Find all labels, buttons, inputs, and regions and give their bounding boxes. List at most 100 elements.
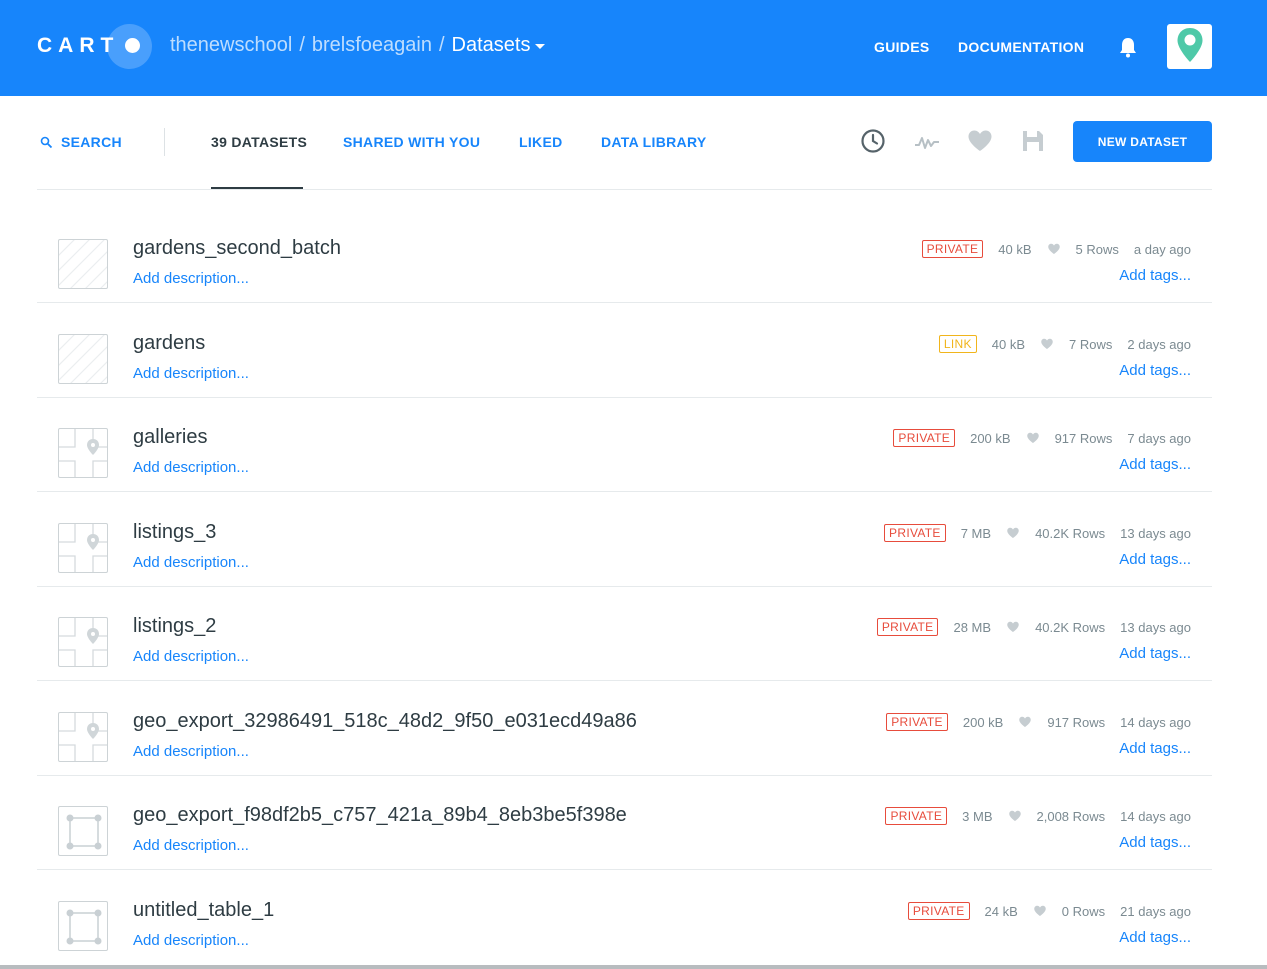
nav-documentation[interactable]: DOCUMENTATION <box>958 39 1084 55</box>
like-heart-icon[interactable] <box>1008 810 1022 822</box>
breadcrumb-org[interactable]: thenewschool <box>170 34 292 57</box>
breadcrumb-user[interactable]: brelsfoeagain <box>312 34 432 57</box>
tab-datasets[interactable]: 39 DATASETS <box>211 134 307 150</box>
dataset-size: 3 MB <box>962 808 993 824</box>
nav-guides[interactable]: GUIDES <box>874 39 929 55</box>
search-button[interactable]: SEARCH <box>40 134 122 150</box>
add-description-link[interactable]: Add description... <box>133 932 249 949</box>
privacy-badge[interactable]: PRIVATE <box>907 902 970 920</box>
breadcrumb-separator: / <box>438 34 445 56</box>
dataset-meta: PRIVATE 24 kB 0 Rows 21 days ago <box>907 902 1191 920</box>
new-dataset-button[interactable]: NEW DATASET <box>1073 121 1212 162</box>
dataset-thumbnail[interactable] <box>58 239 108 289</box>
dataset-row[interactable]: galleries Add description... PRIVATE 200 kB… <box>37 398 1212 492</box>
dataset-rows: 917 Rows <box>1054 430 1113 446</box>
clock-icon[interactable] <box>860 128 886 154</box>
dataset-size: 200 kB <box>962 714 1004 730</box>
dataset-thumbnail[interactable] <box>58 617 108 667</box>
add-description-link[interactable]: Add description... <box>133 459 249 476</box>
add-description-link[interactable]: Add description... <box>133 365 249 382</box>
add-tags-link[interactable]: Add tags... <box>1119 267 1191 284</box>
privacy-badge[interactable]: PRIVATE <box>886 713 948 731</box>
dataset-name[interactable]: galleries <box>133 426 207 449</box>
heart-icon[interactable] <box>967 128 993 154</box>
carto-logo[interactable]: CART <box>37 24 152 69</box>
add-tags-link[interactable]: Add tags... <box>1119 834 1191 851</box>
dataset-name[interactable]: gardens <box>133 332 205 355</box>
privacy-badge[interactable]: LINK <box>938 335 977 353</box>
dataset-row[interactable]: geo_export_32986491_518c_48d2_9f50_e031e… <box>37 682 1212 776</box>
privacy-badge[interactable]: PRIVATE <box>893 429 956 447</box>
dataset-size: 7 MB <box>960 525 992 541</box>
chevron-down-icon <box>535 44 546 49</box>
dataset-meta: PRIVATE 7 MB 40.2K Rows 13 days ago <box>884 524 1191 542</box>
dataset-row[interactable]: untitled_table_1 Add description... PRIVAT… <box>37 871 1212 965</box>
add-description-link[interactable]: Add description... <box>133 648 249 665</box>
tab-shared-with-you[interactable]: SHARED WITH YOU <box>343 134 480 150</box>
dataset-meta: LINK 40 kB 7 Rows 2 days ago <box>938 335 1191 353</box>
add-tags-link[interactable]: Add tags... <box>1119 645 1191 662</box>
map-pin-avatar-icon <box>1176 27 1204 67</box>
like-heart-icon[interactable] <box>1026 432 1040 444</box>
bell-icon[interactable] <box>1118 36 1138 58</box>
dataset-row[interactable]: geo_export_f98df2b5_c757_421a_89b4_8eb3b… <box>37 776 1212 870</box>
breadcrumb: thenewschool / brelsfoeagain / Datasets <box>170 34 546 57</box>
like-heart-icon[interactable] <box>1040 338 1054 350</box>
dataset-rows: 917 Rows <box>1047 714 1106 730</box>
dataset-updated: a day ago <box>1133 241 1191 257</box>
privacy-badge[interactable]: PRIVATE <box>885 807 948 825</box>
dataset-name[interactable]: listings_2 <box>133 615 216 638</box>
tab-liked[interactable]: LIKED <box>519 134 563 150</box>
add-tags-link[interactable]: Add tags... <box>1119 740 1191 757</box>
tab-data-library[interactable]: DATA LIBRARY <box>601 134 706 150</box>
dataset-meta: PRIVATE 40 kB 5 Rows a day ago <box>921 240 1191 258</box>
dataset-thumbnail[interactable] <box>58 428 108 478</box>
dataset-rows: 5 Rows <box>1075 241 1119 257</box>
dataset-meta: PRIVATE 28 MB 40.2K Rows 13 days ago <box>876 618 1191 636</box>
dataset-rows: 40.2K Rows <box>1035 619 1106 635</box>
add-description-link[interactable]: Add description... <box>133 743 249 760</box>
dataset-name[interactable]: gardens_second_batch <box>133 237 341 260</box>
avatar[interactable] <box>1167 24 1212 69</box>
like-heart-icon[interactable] <box>1047 243 1061 255</box>
search-icon <box>40 136 53 148</box>
add-description-link[interactable]: Add description... <box>133 837 249 854</box>
like-heart-icon[interactable] <box>1006 621 1020 633</box>
add-tags-link[interactable]: Add tags... <box>1119 929 1191 946</box>
like-heart-icon[interactable] <box>1006 527 1020 539</box>
dataset-name[interactable]: geo_export_f98df2b5_c757_421a_89b4_8eb3b… <box>133 804 627 827</box>
dataset-row[interactable]: gardens_second_batch Add description... PR… <box>37 209 1212 303</box>
privacy-badge[interactable]: PRIVATE <box>876 618 939 636</box>
like-heart-icon[interactable] <box>1033 905 1047 917</box>
like-heart-icon[interactable] <box>1018 716 1032 728</box>
dataset-size: 200 kB <box>970 430 1011 446</box>
dataset-size: 40 kB <box>991 336 1026 352</box>
privacy-badge[interactable]: PRIVATE <box>921 240 984 258</box>
dataset-name[interactable]: untitled_table_1 <box>133 899 274 922</box>
dataset-size: 40 kB <box>998 241 1032 257</box>
privacy-badge[interactable]: PRIVATE <box>884 524 946 542</box>
dataset-size: 24 kB <box>984 903 1018 919</box>
dataset-row[interactable]: gardens Add description... LINK 40 kB 7 Rows… <box>37 304 1212 398</box>
breadcrumb-datasets-dropdown[interactable]: Datasets <box>452 34 546 57</box>
dataset-thumbnail[interactable] <box>58 901 108 951</box>
add-tags-link[interactable]: Add tags... <box>1119 551 1191 568</box>
dataset-name[interactable]: listings_3 <box>133 521 216 544</box>
add-description-link[interactable]: Add description... <box>133 554 249 571</box>
dataset-size: 28 MB <box>953 619 992 635</box>
dataset-thumbnail[interactable] <box>58 712 108 762</box>
dataset-rows: 0 Rows <box>1061 903 1106 919</box>
search-label: SEARCH <box>61 134 122 150</box>
divider <box>37 189 1212 190</box>
add-tags-link[interactable]: Add tags... <box>1119 456 1191 473</box>
save-icon[interactable] <box>1020 128 1046 154</box>
dataset-row[interactable]: listings_2 Add description... PRIVATE 28 MB… <box>37 587 1212 681</box>
add-tags-link[interactable]: Add tags... <box>1119 362 1191 379</box>
dataset-thumbnail[interactable] <box>58 334 108 384</box>
dataset-thumbnail[interactable] <box>58 523 108 573</box>
add-description-link[interactable]: Add description... <box>133 270 249 287</box>
dataset-thumbnail[interactable] <box>58 806 108 856</box>
dataset-row[interactable]: listings_3 Add description... PRIVATE 7 MB 4… <box>37 493 1212 587</box>
dataset-name[interactable]: geo_export_32986491_518c_48d2_9f50_e031e… <box>133 710 637 733</box>
activity-icon[interactable] <box>914 128 940 154</box>
